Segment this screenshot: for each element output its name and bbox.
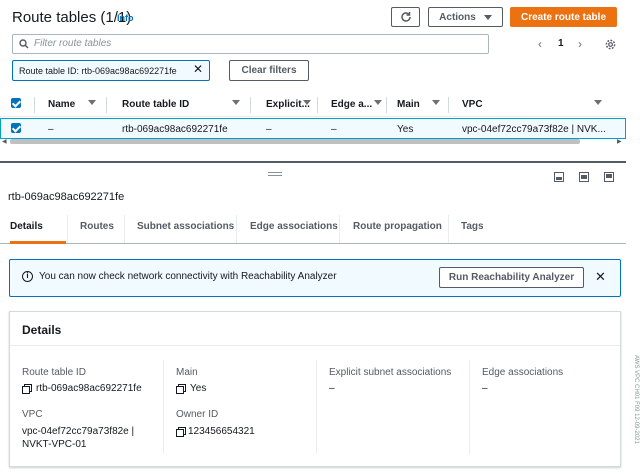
column-divider [469,360,470,454]
scroll-left-icon[interactable]: ◀ [2,138,7,145]
tab-divider [339,215,340,243]
sort-caret-icon[interactable] [88,100,96,105]
page-title: Route tables (1/1) [12,9,132,26]
vpc-link[interactable]: vpc-04ef72cc79a73f82e | [22,426,134,437]
actions-label: Actions [439,11,476,23]
active-tab-indicator [10,241,66,244]
actions-button[interactable]: Actions [428,7,503,27]
cell-edge: – [331,124,337,135]
cell-explicit: – [266,124,272,135]
refresh-button[interactable] [391,7,420,27]
tab-divider [67,215,68,243]
route-table-id-value: rtb-069ac98ac692271fe [36,383,142,394]
horizontal-scrollbar[interactable] [10,139,580,144]
owner-id-value: 123456654321 [188,426,255,437]
column-header-vpc[interactable]: VPC [462,99,483,110]
split-full-icon[interactable] [579,172,589,182]
column-divider [317,97,318,113]
cell-vpc-link[interactable]: vpc-04ef72cc79a73f82e | NVK... [462,124,606,135]
clear-filters-label: Clear filters [241,65,297,76]
run-reachability-analyzer-button[interactable]: Run Reachability Analyzer [439,267,584,288]
alert-message: You can now check network connectivity w… [39,271,337,282]
column-header-route-table-id[interactable]: Route table ID [122,99,189,110]
tab-route-propagation[interactable]: Route propagation [353,221,442,232]
side-watermark: AWS VPC CH01 F09 12-09-2021 [633,355,639,444]
column-divider [448,97,449,113]
explicit-subnet-associations-label: Explicit subnet associations [329,367,452,378]
table-header [0,93,626,117]
select-all-checkbox[interactable] [11,98,21,108]
create-label: Create route table [520,11,607,23]
resize-handle[interactable] [268,172,282,176]
cell-name: – [48,124,54,135]
settings-gear-icon[interactable] [605,39,616,50]
tab-edge-associations[interactable]: Edge associations [250,221,338,232]
next-page-icon[interactable]: › [578,37,582,51]
run-reachability-label: Run Reachability Analyzer [448,272,575,283]
vpc-link-name[interactable]: NVKT-VPC-01 [22,439,86,450]
clear-filters-button[interactable]: Clear filters [229,60,309,81]
route-table-id-label: Route table ID [22,367,86,378]
sort-caret-icon[interactable] [374,100,382,105]
cell-main: Yes [397,124,414,135]
edge-associations-value: – [482,383,488,394]
search-placeholder: Filter route tables [34,38,112,49]
filter-token-label: Route table ID: rtb-069ac98ac692271fe [19,66,177,76]
remove-filter-icon[interactable]: ✕ [193,62,203,76]
explicit-subnet-associations-value: – [329,383,335,394]
column-header-name[interactable]: Name [48,99,75,110]
sort-caret-icon[interactable] [303,100,311,105]
tab-divider [236,215,237,243]
tab-tags[interactable]: Tags [461,221,484,232]
main-label: Main [176,367,198,378]
split-bottom-icon[interactable] [554,172,564,182]
column-divider [34,97,35,113]
cell-route-table-id-link[interactable]: rtb-069ac98ac692271fe [122,124,228,135]
tab-routes[interactable]: Routes [80,221,114,232]
page-number[interactable]: 1 [558,38,564,49]
details-section-title: Details [22,323,62,337]
info-link[interactable]: Info [117,13,134,23]
resource-title: rtb-069ac98ac692271fe [8,191,125,203]
column-divider [163,360,164,454]
sort-caret-icon[interactable] [432,100,440,105]
copy-icon[interactable] [176,427,186,437]
edge-associations-label: Edge associations [482,367,564,378]
column-divider [316,360,317,454]
create-route-table-button[interactable]: Create route table [510,7,617,27]
sort-caret-icon[interactable] [594,100,602,105]
split-side-icon[interactable] [604,172,614,182]
column-header-edge[interactable]: Edge a... [331,99,372,110]
details-divider [10,345,620,346]
tab-divider [448,215,449,243]
close-alert-icon[interactable]: ✕ [595,269,606,285]
row-checkbox[interactable] [11,123,21,133]
owner-id-label: Owner ID [176,409,219,420]
copy-icon[interactable] [22,384,32,394]
column-header-main[interactable]: Main [397,99,420,110]
sort-caret-icon[interactable] [232,100,240,105]
column-divider [386,97,387,113]
refresh-icon [400,12,411,22]
column-divider [250,97,251,113]
copy-icon[interactable] [176,384,186,394]
previous-page-icon[interactable]: ‹ [538,37,542,51]
scroll-right-icon[interactable]: ▶ [617,138,622,145]
info-icon: i [22,271,33,282]
column-divider [106,97,107,113]
tab-details[interactable]: Details [10,221,43,232]
search-icon [19,39,29,49]
tab-divider [124,215,125,243]
tab-subnet-associations[interactable]: Subnet associations [137,221,234,232]
caret-down-icon [483,14,492,20]
vpc-label: VPC [22,409,43,420]
main-value: Yes [190,383,207,394]
